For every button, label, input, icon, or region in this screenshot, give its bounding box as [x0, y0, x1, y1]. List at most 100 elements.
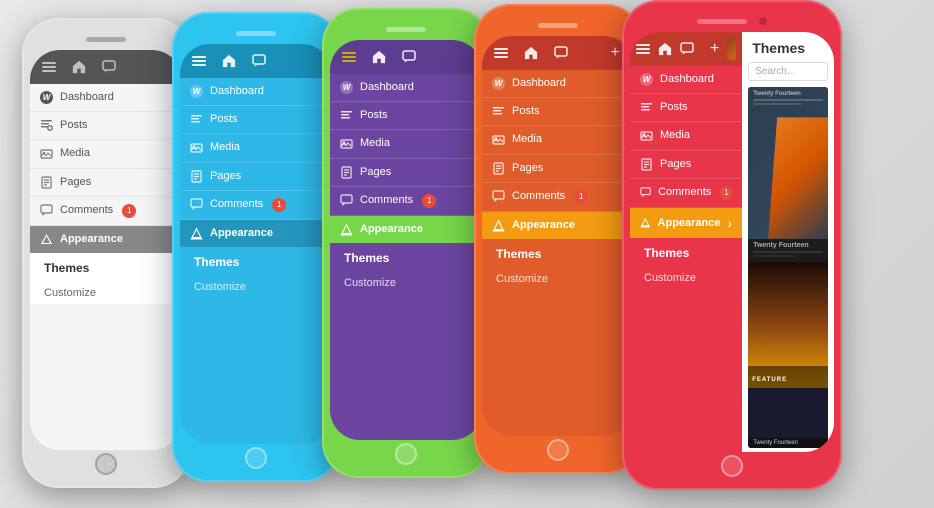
- appearance-item-white[interactable]: Appearance: [30, 226, 182, 253]
- menu-pages-red[interactable]: Pages: [630, 151, 742, 179]
- phone-top-blue: [180, 22, 332, 44]
- phone-bottom-blue: [180, 444, 332, 472]
- menu-pages-blue[interactable]: Pages: [180, 163, 332, 191]
- home-button-red[interactable]: [721, 455, 743, 477]
- screen-blue: W Dashboard Posts Media Pages Comm: [180, 44, 332, 444]
- themes-subitem-blue[interactable]: Themes: [180, 247, 332, 274]
- sidebar-green: W Dashboard Posts Media Pages Comm: [330, 74, 482, 440]
- menu-dashboard-red[interactable]: W Dashboard: [630, 66, 742, 94]
- appearance-item-red[interactable]: Appearance ›: [630, 208, 742, 238]
- phone-top-red: [630, 10, 834, 32]
- phone-orange: + W Dashboard Posts Media Pages: [474, 4, 642, 474]
- hamburger-icon-blue[interactable]: [188, 50, 210, 72]
- menu-comments-red[interactable]: Comments 1: [630, 179, 742, 208]
- comment-icon-orange[interactable]: [550, 42, 572, 64]
- phone-green: W Dashboard Posts Media Pages Comm: [322, 8, 490, 478]
- plus-icon-red[interactable]: +: [710, 38, 719, 60]
- hamburger-icon-green[interactable]: [338, 46, 360, 68]
- hamburger-icon-orange[interactable]: [490, 42, 512, 64]
- menu-pages-orange[interactable]: Pages: [482, 155, 634, 183]
- toolbar-orange: +: [482, 36, 634, 70]
- toolbar-blue: [180, 44, 332, 78]
- home-icon-orange[interactable]: [520, 42, 542, 64]
- menu-posts-orange[interactable]: Posts: [482, 98, 634, 126]
- home-button-green[interactable]: [395, 443, 417, 465]
- phone-top-orange: [482, 14, 634, 36]
- home-icon-green[interactable]: [368, 46, 390, 68]
- home-icon-blue[interactable]: [218, 50, 240, 72]
- themes-subitem-red[interactable]: Themes: [630, 238, 742, 265]
- theme-name-label: Twenty Fourteen: [753, 242, 823, 249]
- customize-subitem-green[interactable]: Customize: [330, 270, 482, 294]
- hamburger-icon-red[interactable]: [636, 38, 650, 60]
- wp-logo-red: W: [640, 73, 653, 86]
- avatar-red[interactable]: [727, 38, 736, 60]
- toolbar-red: +: [630, 32, 742, 66]
- speaker-blue: [236, 31, 276, 36]
- camera-red: [759, 17, 767, 25]
- phone-top-white: [30, 28, 182, 50]
- comment-icon-blue[interactable]: [248, 50, 270, 72]
- menu-media-white[interactable]: Media: [30, 140, 182, 168]
- customize-subitem-white[interactable]: Customize: [30, 280, 182, 304]
- menu-dashboard-white[interactable]: W Dashboard: [30, 84, 182, 112]
- home-icon-white[interactable]: [68, 56, 90, 78]
- phones-container: W Dashboard Posts Media Pages Comm: [0, 0, 934, 508]
- screen-white: W Dashboard Posts Media Pages Comm: [30, 50, 182, 450]
- themes-search-input[interactable]: Search...: [748, 62, 828, 81]
- menu-pages-white[interactable]: Pages: [30, 169, 182, 197]
- comments-badge-green: 1: [422, 194, 436, 208]
- home-icon-red[interactable]: [658, 38, 672, 60]
- screen-orange: + W Dashboard Posts Media Pages: [482, 36, 634, 436]
- menu-comments-orange[interactable]: Comments 1: [482, 183, 634, 212]
- menu-dashboard-orange[interactable]: W Dashboard: [482, 70, 634, 98]
- comment-icon-white[interactable]: [98, 56, 120, 78]
- home-button-blue[interactable]: [245, 447, 267, 469]
- home-button-white[interactable]: [95, 453, 117, 475]
- menu-posts-white[interactable]: Posts: [30, 112, 182, 140]
- home-button-orange[interactable]: [547, 439, 569, 461]
- menu-posts-blue[interactable]: Posts: [180, 106, 332, 134]
- appearance-item-blue[interactable]: Appearance: [180, 220, 332, 247]
- themes-panel-title: Themes: [742, 32, 834, 60]
- menu-media-red[interactable]: Media: [630, 122, 742, 150]
- speaker-green: [386, 27, 426, 32]
- screen-green: W Dashboard Posts Media Pages Comm: [330, 40, 482, 440]
- sidebar-orange: W Dashboard Posts Media Pages Comm: [482, 70, 634, 436]
- theme-meta: Twenty Fourteen: [748, 239, 828, 262]
- themes-subitem-white[interactable]: Themes: [30, 253, 182, 280]
- menu-comments-white[interactable]: Comments 1: [30, 197, 182, 226]
- customize-subitem-blue[interactable]: Customize: [180, 274, 332, 298]
- appearance-item-green[interactable]: Appearance: [330, 216, 482, 243]
- menu-media-blue[interactable]: Media: [180, 134, 332, 162]
- phone-bottom-red: [630, 452, 834, 480]
- menu-comments-green[interactable]: Comments 1: [330, 187, 482, 216]
- phone-top-green: [330, 18, 482, 40]
- menu-posts-red[interactable]: Posts: [630, 94, 742, 122]
- menu-comments-blue[interactable]: Comments 1: [180, 191, 332, 220]
- themes-subitem-orange[interactable]: Themes: [482, 239, 634, 266]
- comment-icon-red[interactable]: [680, 38, 694, 60]
- hamburger-icon-white[interactable]: [38, 56, 60, 78]
- menu-pages-green[interactable]: Pages: [330, 159, 482, 187]
- comment-icon-green[interactable]: [398, 46, 420, 68]
- sidebar-blue: W Dashboard Posts Media Pages Comm: [180, 78, 332, 444]
- wp-logo-green: W: [340, 81, 353, 94]
- customize-subitem-orange[interactable]: Customize: [482, 266, 634, 290]
- menu-dashboard-blue[interactable]: W Dashboard: [180, 78, 332, 106]
- menu-media-green[interactable]: Media: [330, 130, 482, 158]
- theme-landscape: [768, 117, 828, 238]
- menu-dashboard-green[interactable]: W Dashboard: [330, 74, 482, 102]
- comments-badge-red: 1: [720, 186, 732, 200]
- arrow-right-red: ›: [728, 215, 733, 231]
- comments-badge-orange: 1: [574, 190, 588, 204]
- customize-subitem-red[interactable]: Customize: [630, 265, 742, 289]
- comments-badge-white: 1: [122, 204, 136, 218]
- theme-card-twentyfourteen[interactable]: Twenty Fourteen Twenty Fourteen FEA: [748, 87, 828, 448]
- phone-bottom-white: [30, 450, 182, 478]
- toolbar-white: [30, 50, 182, 84]
- appearance-item-orange[interactable]: Appearance: [482, 212, 634, 239]
- menu-media-orange[interactable]: Media: [482, 126, 634, 154]
- menu-posts-green[interactable]: Posts: [330, 102, 482, 130]
- themes-subitem-green[interactable]: Themes: [330, 243, 482, 270]
